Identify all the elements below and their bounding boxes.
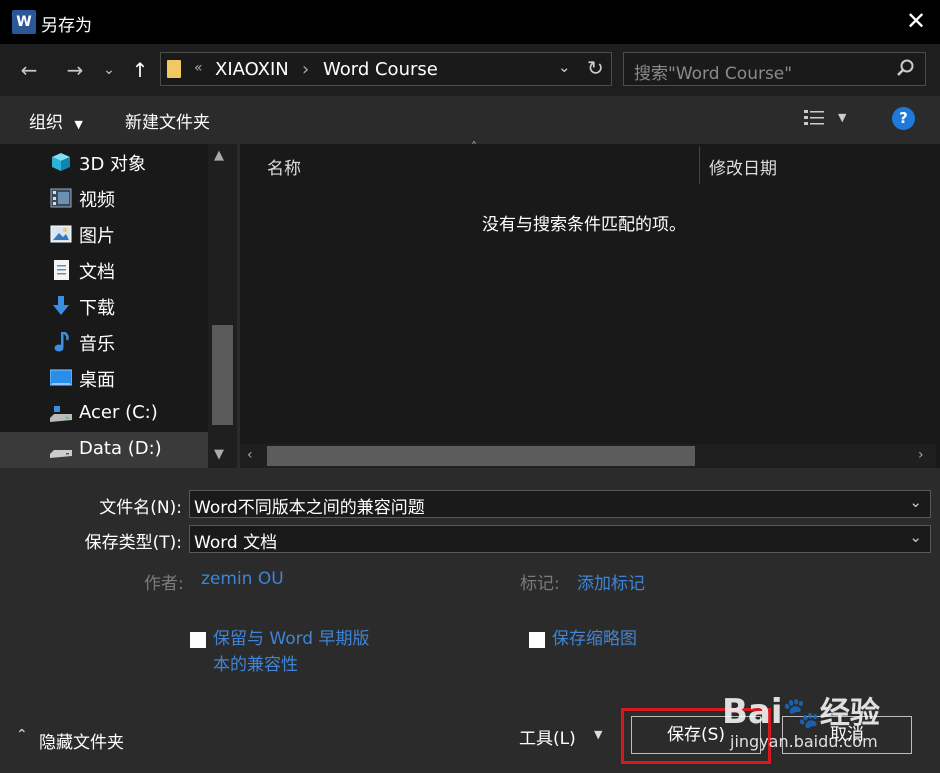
breadcrumb-separator: › [302, 59, 310, 80]
nav-item-pictures[interactable]: 图片 [0, 216, 208, 252]
scroll-right-icon[interactable]: › [918, 447, 924, 463]
nav-item-label: 下载 [79, 298, 115, 319]
chevron-down-icon[interactable]: ⌄ [909, 493, 922, 511]
search-placeholder: 搜索"Word Course" [634, 64, 793, 84]
view-dropdown-caret-icon[interactable]: ▼ [838, 111, 846, 124]
nav-item-drive-d[interactable]: Data (D:) [0, 432, 208, 468]
scroll-down-icon[interactable]: ▼ [214, 447, 224, 462]
nav-item-label: 3D 对象 [79, 154, 147, 175]
compatibility-label-line2: 本的兼容性 [213, 655, 298, 675]
up-arrow-icon[interactable]: ↑ [126, 56, 154, 84]
compatibility-label[interactable]: 保留与 Word 早期版 本的兼容性 [213, 626, 370, 678]
filename-label: 文件名(N): [99, 498, 182, 518]
music-icon [50, 330, 72, 352]
nav-item-3d-objects[interactable]: 3D 对象 [0, 144, 208, 180]
organize-label: 组织 [29, 113, 63, 133]
scroll-up-icon[interactable]: ▲ [214, 148, 224, 163]
dropdown-caret-icon: ▼ [74, 118, 83, 131]
word-app-icon: W [12, 10, 36, 34]
close-icon[interactable]: ✕ [902, 6, 930, 36]
film-icon [50, 188, 72, 208]
breadcrumb-xiaoxin[interactable]: XIAOXIN [215, 59, 289, 80]
compatibility-checkbox[interactable] [190, 632, 206, 648]
help-icon[interactable]: ? [892, 107, 915, 130]
breadcrumb-overflow[interactable]: « [194, 60, 203, 76]
paw-logo-icon: 🐾 [782, 696, 820, 731]
watermark-brand-text-2: 经验 [819, 696, 880, 731]
tags-label: 标记: [520, 574, 560, 594]
empty-results-message: 没有与搜索条件匹配的项。 [482, 215, 686, 235]
nav-item-videos[interactable]: 视频 [0, 180, 208, 216]
column-header-modified[interactable]: 修改日期 [709, 154, 777, 179]
forward-arrow-icon[interactable]: → [60, 56, 90, 84]
view-options-icon[interactable] [804, 109, 826, 129]
address-history-chevron-icon[interactable]: ⌄ [558, 58, 571, 76]
breadcrumb-word-course[interactable]: Word Course [323, 59, 438, 80]
tools-dropdown-caret-icon[interactable]: ▼ [594, 728, 602, 741]
filename-value: Word不同版本之间的兼容问题 [194, 498, 425, 518]
nav-item-documents[interactable]: 文档 [0, 252, 208, 288]
nav-scrollbar-thumb[interactable] [212, 325, 233, 425]
nav-item-music[interactable]: 音乐 [0, 324, 208, 360]
chevron-up-icon[interactable]: ⌃ [16, 727, 28, 743]
nav-item-drive-c[interactable]: Acer (C:) [0, 396, 208, 432]
search-icon[interactable] [896, 58, 916, 78]
desktop-icon [49, 368, 73, 388]
document-icon [50, 260, 72, 280]
column-divider[interactable] [699, 146, 700, 184]
compatibility-label-line1: 保留与 Word 早期版 [213, 629, 370, 649]
chevron-down-icon[interactable]: ⌄ [909, 528, 922, 546]
watermark-url: jingyan.baidu.com [730, 732, 878, 751]
title-bar [0, 0, 940, 44]
nav-item-label: 图片 [79, 226, 115, 247]
file-type-value: Word 文档 [194, 533, 278, 553]
back-arrow-icon[interactable]: ← [14, 56, 44, 84]
add-tags-link[interactable]: 添加标记 [577, 569, 645, 594]
tools-button[interactable]: 工具(L) [519, 724, 576, 749]
watermark-brand-text: Bai [722, 692, 783, 732]
file-type-select[interactable]: Word 文档 ⌄ [189, 525, 931, 553]
picture-icon [50, 224, 72, 244]
nav-item-label: Data (D:) [79, 438, 162, 459]
nav-item-label: 桌面 [79, 370, 115, 391]
nav-item-label: 文档 [79, 262, 115, 283]
author-label: 作者: [144, 574, 184, 594]
refresh-icon[interactable]: ↻ [587, 56, 604, 80]
nav-item-label: 视频 [79, 190, 115, 211]
nav-item-downloads[interactable]: 下载 [0, 288, 208, 324]
download-icon [50, 296, 72, 316]
drive-icon [50, 404, 72, 424]
scroll-left-icon[interactable]: ‹ [247, 447, 253, 463]
column-header-name[interactable]: 名称 [267, 154, 301, 179]
thumbnail-checkbox[interactable] [529, 632, 545, 648]
window-title: 另存为 [41, 16, 92, 36]
address-bar[interactable]: « XIAOXIN › Word Course ⌄ ↻ [160, 52, 612, 86]
watermark-brand: Bai🐾经验 [722, 688, 880, 732]
horizontal-scrollbar-thumb[interactable] [267, 446, 695, 466]
recent-chevron-down-icon[interactable]: ⌄ [98, 56, 120, 84]
nav-item-label: 音乐 [79, 334, 115, 355]
folder-icon [167, 60, 181, 78]
file-list-pane [240, 144, 940, 468]
drive-icon [50, 440, 72, 460]
organize-button[interactable]: 组织 ▼ [29, 108, 83, 133]
cube-icon [50, 152, 72, 172]
nav-item-desktop[interactable]: 桌面 [0, 360, 208, 396]
nav-item-label: Acer (C:) [79, 402, 158, 423]
hide-folders-button[interactable]: 隐藏文件夹 [39, 728, 124, 753]
author-value[interactable]: zemin OU [201, 569, 284, 589]
sort-ascending-icon: ˄ [471, 140, 477, 154]
new-folder-button[interactable]: 新建文件夹 [125, 108, 210, 133]
thumbnail-label[interactable]: 保存缩略图 [552, 626, 637, 652]
filename-field[interactable]: Word不同版本之间的兼容问题 ⌄ [189, 490, 931, 518]
search-input[interactable]: 搜索"Word Course" [623, 52, 926, 86]
file-type-label: 保存类型(T): [84, 533, 182, 553]
